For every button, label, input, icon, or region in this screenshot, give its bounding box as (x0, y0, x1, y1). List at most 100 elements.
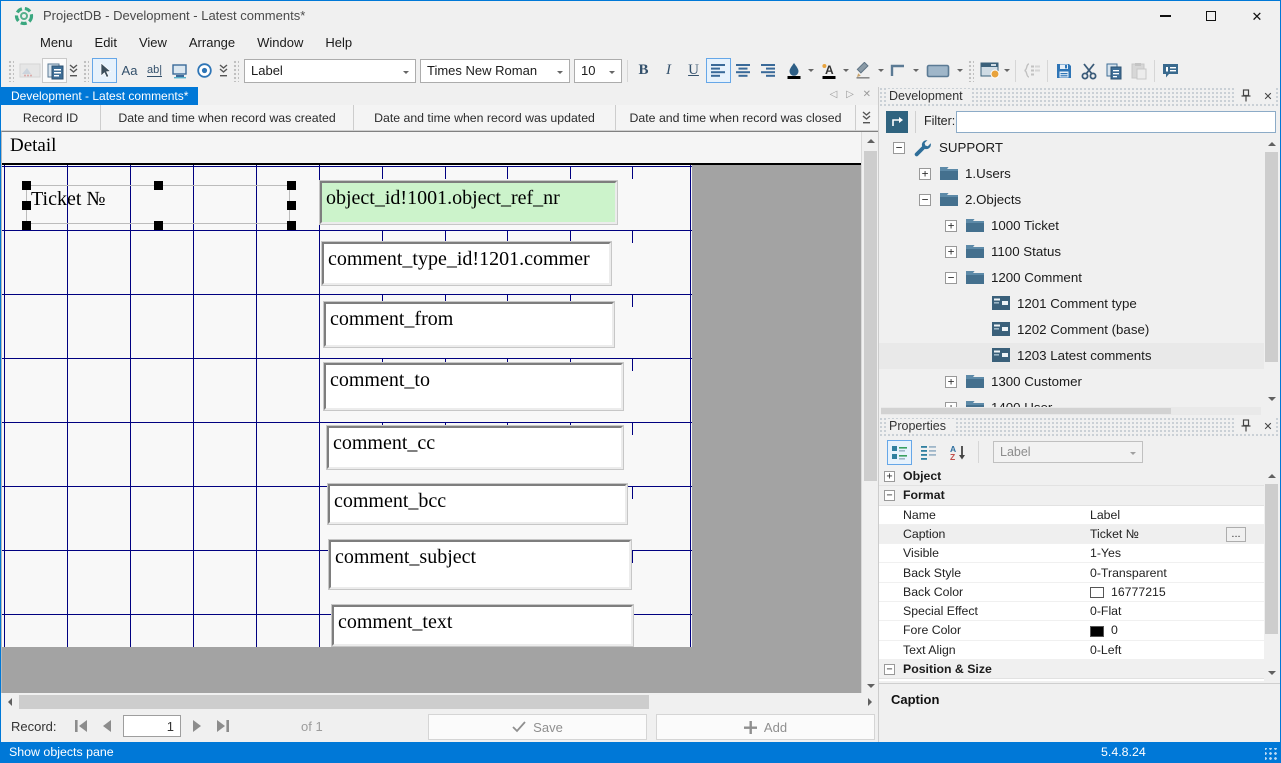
tree-item[interactable]: 1201 Comment type (879, 291, 1264, 317)
textbox-tool-button[interactable]: ab| (142, 58, 167, 83)
collapse-icon[interactable]: − (945, 272, 957, 284)
scroll-up-arrow[interactable] (1264, 135, 1279, 152)
object-type-select[interactable]: Label (244, 59, 416, 83)
categorized-view-button[interactable] (887, 440, 912, 465)
record-number-input[interactable] (123, 715, 181, 737)
form-field-textbox[interactable]: comment_to (324, 363, 623, 410)
collapse-icon[interactable]: − (884, 490, 895, 501)
expand-icon[interactable]: + (945, 220, 957, 232)
tree-item[interactable]: −SUPPORT (879, 135, 1264, 161)
radio-tool-button[interactable] (192, 58, 217, 83)
align-right-button[interactable] (756, 58, 781, 83)
property-row[interactable]: Back Color16777215 (879, 583, 1264, 602)
scroll-right-arrow[interactable] (861, 693, 878, 710)
scrollbar-thumb[interactable] (1265, 152, 1278, 362)
property-row[interactable]: Text Align0-Left (879, 641, 1264, 660)
form-field-textbox[interactable]: comment_cc (327, 426, 623, 469)
menu-item-arrange[interactable]: Arrange (178, 32, 246, 53)
tree-item[interactable]: +1400 User (879, 395, 1264, 407)
apply-filter-button[interactable] (886, 111, 908, 133)
scroll-down-arrow[interactable] (1264, 664, 1279, 681)
toolbar-grip[interactable] (233, 60, 239, 82)
column-header[interactable]: Date and time when record was updated (354, 105, 616, 131)
filter-input[interactable] (956, 111, 1276, 133)
selection-handle[interactable] (22, 221, 31, 230)
column-header[interactable]: Date and time when record was closed (616, 105, 856, 131)
selection-handle[interactable] (154, 221, 163, 230)
tree-item[interactable]: +1100 Status (879, 239, 1264, 265)
selection-handle[interactable] (154, 181, 163, 190)
form-field-textbox[interactable]: comment_type_id!1201.commer (322, 242, 611, 285)
menu-item-menu[interactable]: Menu (29, 32, 84, 53)
properties-vertical-scrollbar[interactable] (1264, 467, 1279, 681)
cut-button[interactable] (1076, 58, 1101, 83)
property-row[interactable]: Back Style0-Transparent (879, 564, 1264, 583)
scroll-left-arrow[interactable] (1, 693, 18, 710)
form-field-textbox[interactable]: object_id!1001.object_ref_nr (320, 181, 617, 224)
tree-item[interactable]: 1203 Latest comments (879, 343, 1264, 369)
sort-az-button[interactable]: A Z (945, 440, 970, 465)
border-style-button[interactable] (886, 58, 911, 83)
column-header-overflow-button[interactable] (856, 105, 877, 130)
first-record-button[interactable] (71, 715, 91, 737)
paste-button[interactable] (1126, 58, 1151, 83)
close-pane-icon[interactable]: ✕ (1261, 418, 1275, 434)
selection-handle[interactable] (287, 181, 296, 190)
close-pane-icon[interactable]: ✕ (1261, 88, 1275, 104)
designer-horizontal-scrollbar[interactable] (1, 693, 878, 711)
save-record-button[interactable]: Save (428, 714, 647, 740)
pen-color-dropdown[interactable] (876, 58, 886, 83)
column-header[interactable]: Record ID (1, 105, 101, 131)
scroll-up-arrow[interactable] (1264, 467, 1279, 484)
align-center-button[interactable] (731, 58, 756, 83)
selected-label-control[interactable]: Ticket № (26, 185, 290, 224)
form-field-textbox[interactable]: comment_bcc (328, 484, 627, 524)
minimize-button[interactable] (1142, 1, 1188, 31)
pen-color-button[interactable] (851, 58, 876, 83)
designer-vertical-scrollbar[interactable] (861, 132, 878, 694)
scroll-down-arrow[interactable] (1264, 390, 1279, 407)
maximize-button[interactable] (1188, 1, 1234, 31)
column-header[interactable]: Date and time when record was created (101, 105, 354, 131)
ellipsis-button[interactable]: ... (1226, 527, 1246, 542)
font-color-button[interactable]: A (816, 58, 841, 83)
previous-record-button[interactable] (97, 715, 117, 737)
property-group-row[interactable]: +Object (879, 467, 1264, 486)
form-field-textbox[interactable]: comment_from (324, 302, 614, 347)
resize-grip[interactable] (1265, 748, 1278, 761)
tree-horizontal-scrollbar[interactable] (881, 407, 1261, 415)
last-record-button[interactable] (213, 715, 233, 737)
selected-object-select[interactable]: Label (993, 441, 1143, 463)
image-tool-button[interactable] (17, 58, 42, 83)
pointer-tool-button[interactable] (92, 58, 117, 83)
menu-item-edit[interactable]: Edit (84, 32, 128, 53)
scroll-up-arrow[interactable] (862, 132, 879, 149)
field-list-button[interactable] (1019, 58, 1044, 83)
save-button[interactable] (1051, 58, 1076, 83)
shape-style-dropdown[interactable] (955, 58, 965, 83)
selection-handle[interactable] (287, 201, 296, 210)
tree-item[interactable]: −1200 Comment (879, 265, 1264, 291)
tab-development-latest-comments[interactable]: Development - Latest comments* (1, 87, 198, 105)
expand-icon[interactable]: + (884, 471, 895, 482)
font-color-dropdown[interactable] (841, 58, 851, 83)
border-style-dropdown[interactable] (911, 58, 921, 83)
tree-item[interactable]: 1202 Comment (base) (879, 317, 1264, 343)
scroll-down-arrow[interactable] (862, 677, 879, 694)
fill-color-dropdown[interactable] (806, 58, 816, 83)
close-button[interactable]: ✕ (1234, 1, 1280, 31)
property-row[interactable]: Visible1-Yes (879, 544, 1264, 563)
expand-icon[interactable]: + (919, 168, 931, 180)
shape-style-button[interactable] (921, 58, 955, 83)
property-group-row[interactable]: −Position & Size (879, 660, 1264, 679)
pin-icon[interactable] (1239, 88, 1253, 104)
collapse-icon[interactable]: − (884, 664, 895, 675)
underline-button[interactable]: U (681, 58, 706, 83)
label-tool-button[interactable]: Aa (117, 58, 142, 83)
align-left-button[interactable] (706, 58, 731, 83)
property-group-row[interactable]: −Format (879, 486, 1264, 505)
scrollbar-thumb[interactable] (864, 151, 877, 481)
bold-button[interactable]: B (631, 58, 656, 83)
toolbar-grip[interactable] (83, 60, 89, 82)
add-record-button[interactable]: Add (656, 714, 875, 740)
